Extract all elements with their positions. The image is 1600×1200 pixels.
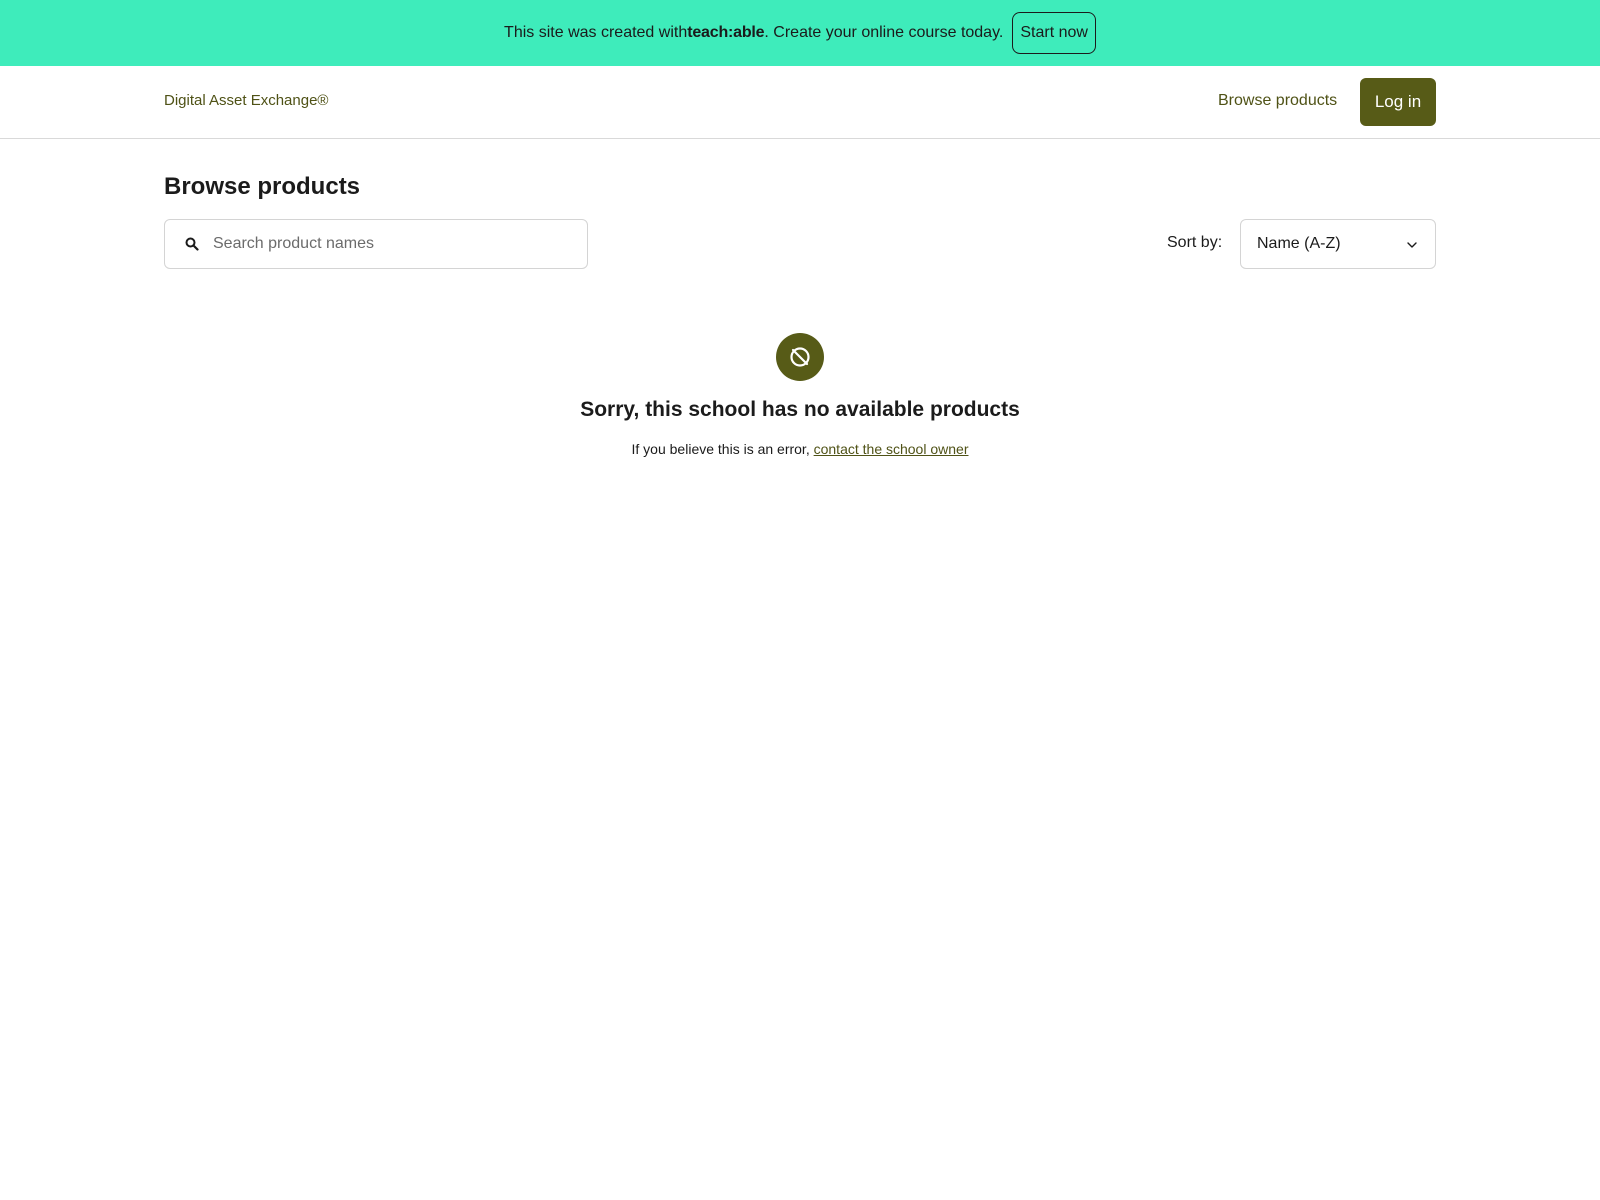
sort-selected-value: Name (A-Z) [1257,235,1341,252]
page-title: Browse products [164,173,361,200]
nav-browse-products[interactable]: Browse products [1218,92,1337,110]
login-button[interactable]: Log in [1360,78,1436,126]
empty-state: Sorry, this school has no available prod… [0,333,1600,457]
empty-state-message: If you believe this is an error, contact… [632,441,969,457]
school-brand-link[interactable]: Digital Asset Exchange® [164,92,328,109]
search-input[interactable] [213,235,573,253]
promo-text: This site was created with teach:able. C… [504,24,1003,42]
no-products-icon [776,333,824,381]
promo-text-after: . Create your online course today. [764,24,1004,41]
search-box[interactable] [164,219,588,269]
site-header: Digital Asset Exchange® Browse products … [0,66,1600,139]
search-icon [182,234,202,254]
empty-state-heading: Sorry, this school has no available prod… [580,398,1020,421]
empty-state-message-prefix: If you believe this is an error, [631,441,814,457]
promo-banner: This site was created with teach:able. C… [0,0,1600,66]
start-now-button[interactable]: Start now [1012,12,1096,54]
chevron-down-icon [1407,242,1417,248]
promo-text-before: This site was created with [504,24,688,41]
sort-select[interactable]: Name (A-Z) [1240,219,1436,269]
teachable-brand: teach:able [687,24,765,41]
sort-label: Sort by: [1167,234,1223,251]
contact-school-owner-link[interactable]: contact the school owner [814,441,969,457]
main-content: Browse products Sort by: Name (A-Z) Sorr… [0,139,1600,1200]
